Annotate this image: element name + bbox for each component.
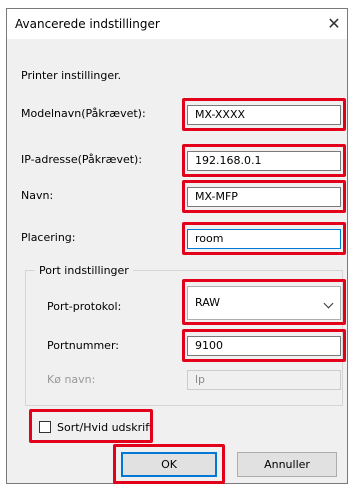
title-bar: Avancerede indstillinger ✕ [7,9,347,39]
dialog-title: Avancerede indstillinger [15,17,160,31]
ip-address-field[interactable]: 192.168.0.1 [187,151,341,171]
port-protocol-select[interactable]: RAW [187,286,341,320]
name-field[interactable]: MX-MFP [187,187,341,207]
bw-print-checkbox[interactable] [39,421,51,433]
advanced-settings-dialog: Avancerede indstillinger ✕ Printer insti… [6,8,348,484]
queue-name-field: lp [187,370,341,390]
port-number-label: Portnummer: [47,339,119,352]
port-number-field[interactable]: 9100 [187,336,341,356]
bw-print-label[interactable]: Sort/Hvid udskrift [57,421,153,434]
cancel-button[interactable]: Annuller [237,452,337,477]
location-field[interactable]: room [187,229,341,249]
model-name-field[interactable]: MX-XXXX [187,105,341,125]
location-label: Placering: [21,231,76,244]
port-protocol-value: RAW [195,296,220,309]
queue-name-label: Kø navn: [47,373,96,386]
name-label: Navn: [21,189,54,202]
ip-address-label: IP-adresse(Påkrævet): [21,153,143,166]
close-icon[interactable]: ✕ [321,9,347,39]
chevron-down-icon [323,298,334,309]
model-name-label: Modelnavn(Påkrævet): [21,107,146,120]
ok-button[interactable]: OK [121,452,217,477]
port-protocol-label: Port-protokol: [47,300,122,313]
printer-settings-label: Printer instillinger. [21,69,122,82]
port-settings-title: Port indstillinger [35,264,133,277]
